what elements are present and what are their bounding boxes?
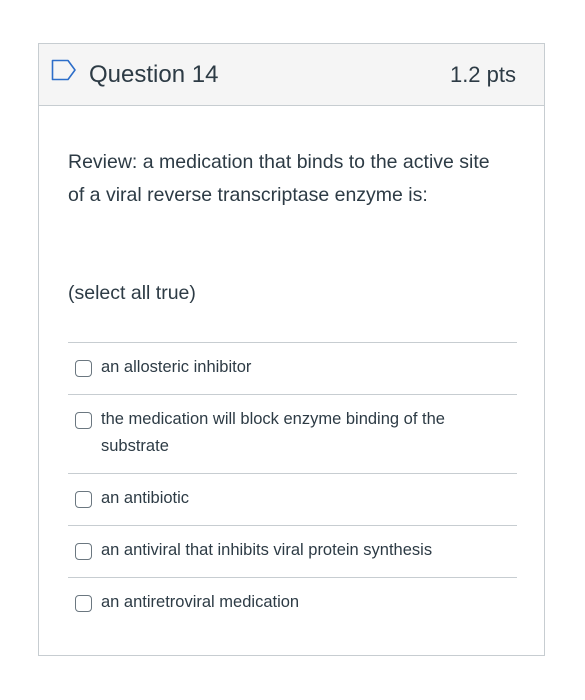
question-title: Question 14: [89, 61, 219, 88]
flag-question-icon[interactable]: [51, 59, 77, 81]
question-header: Question 14 1.2 pts: [39, 44, 544, 106]
question-card: Question 14 1.2 pts Review: a medication…: [38, 43, 545, 656]
answer-option-allosteric-inhibitor[interactable]: an allosteric inhibitor: [68, 343, 517, 395]
answer-option-block-substrate-binding[interactable]: the medication will block enzyme binding…: [68, 395, 517, 474]
answer-checkbox[interactable]: [75, 412, 92, 429]
answer-option-antiretroviral[interactable]: an antiretroviral medication: [68, 578, 517, 630]
select-instruction: (select all true): [68, 282, 196, 304]
answer-option-antibiotic[interactable]: an antibiotic: [68, 474, 517, 526]
answer-label: an allosteric inhibitor: [101, 358, 252, 376]
question-points: 1.2 pts: [449, 62, 516, 87]
answer-label: an antiretroviral medication: [101, 593, 300, 611]
answer-checkbox[interactable]: [75, 595, 92, 612]
question-text: Review: a medication that binds to the a…: [68, 151, 490, 206]
answer-label: an antiviral that inhibits viral protein…: [101, 541, 433, 559]
answer-list: an allosteric inhibitor the medication w…: [68, 342, 517, 630]
answer-label: an antibiotic: [101, 489, 190, 507]
answer-label: the medication will block enzyme binding…: [101, 410, 445, 455]
answer-checkbox[interactable]: [75, 360, 92, 377]
answer-option-antiviral-protein-synthesis[interactable]: an antiviral that inhibits viral protein…: [68, 526, 517, 578]
answer-checkbox[interactable]: [75, 543, 92, 560]
answer-checkbox[interactable]: [75, 491, 92, 508]
